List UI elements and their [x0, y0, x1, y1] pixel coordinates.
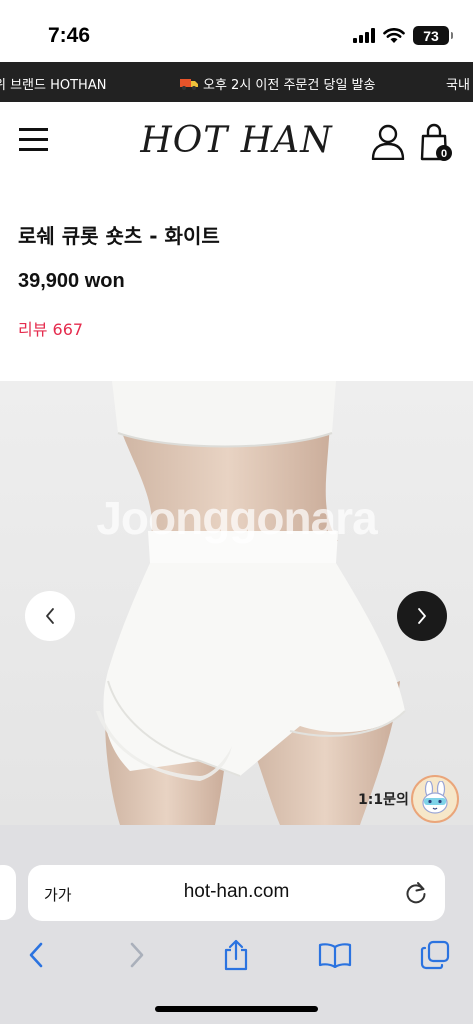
share-button[interactable] [216, 935, 256, 975]
signal-icon [353, 28, 375, 43]
tabs-icon [420, 940, 450, 970]
status-bar: 7:46 73 [0, 0, 473, 62]
announcement-left: 위 브랜드 HOTHAN [0, 78, 107, 93]
inquiry-label: 1:1문의 [358, 792, 409, 808]
battery-indicator: 73 [413, 26, 453, 45]
reload-icon[interactable] [403, 880, 429, 906]
back-arrow-icon [29, 942, 43, 968]
user-icon[interactable] [371, 124, 405, 160]
status-icons: 73 [353, 26, 453, 45]
bookmarks-button[interactable] [315, 935, 355, 975]
previous-tab-preview[interactable] [0, 865, 16, 920]
inquiry-button[interactable]: 1:1문의 [358, 775, 459, 823]
browser-toolbar: 가가 hot-han.com [0, 825, 473, 1024]
forward-arrow-icon [130, 942, 144, 968]
next-image-button[interactable] [397, 591, 447, 641]
status-time: 7:46 [48, 24, 91, 47]
previous-image-button[interactable] [25, 591, 75, 641]
url-text: hot-han.com [183, 881, 290, 902]
forward-button[interactable] [117, 935, 157, 975]
shopping-bag-icon[interactable]: 0 [419, 122, 455, 162]
product-price: 39,900 won [18, 270, 125, 292]
chevron-left-icon [46, 608, 54, 624]
back-button[interactable] [16, 935, 56, 975]
share-icon [224, 939, 248, 971]
announcement-right: 국내 [446, 78, 470, 93]
book-icon [318, 943, 352, 968]
wifi-icon [383, 27, 405, 43]
product-title: 로쉐 큐롯 숏츠 - 화이트 [18, 224, 220, 248]
site-header: HOT HAN 0 [0, 102, 473, 182]
announcement-bar: 위 브랜드 HOTHAN 오후 2시 이전 주문건 당일 발송 국내 [0, 62, 473, 102]
review-link[interactable]: 리뷰 667 [18, 316, 83, 340]
truck-icon [180, 79, 198, 90]
product-image[interactable]: Joonggonara 1:1문의 [0, 381, 473, 825]
rabbit-mascot-icon [410, 775, 459, 823]
tabs-button[interactable] [415, 935, 455, 975]
home-indicator [155, 1006, 318, 1012]
address-bar[interactable]: 가가 hot-han.com [28, 865, 445, 921]
cart-count: 0 [441, 148, 447, 160]
chevron-right-icon [418, 608, 426, 624]
announcement-center-text: 오후 2시 이전 주문건 당일 발송 [203, 78, 376, 93]
watermark-text: Joonggonara [96, 492, 377, 544]
announcement-center: 오후 2시 이전 주문건 당일 발송 [180, 74, 375, 93]
